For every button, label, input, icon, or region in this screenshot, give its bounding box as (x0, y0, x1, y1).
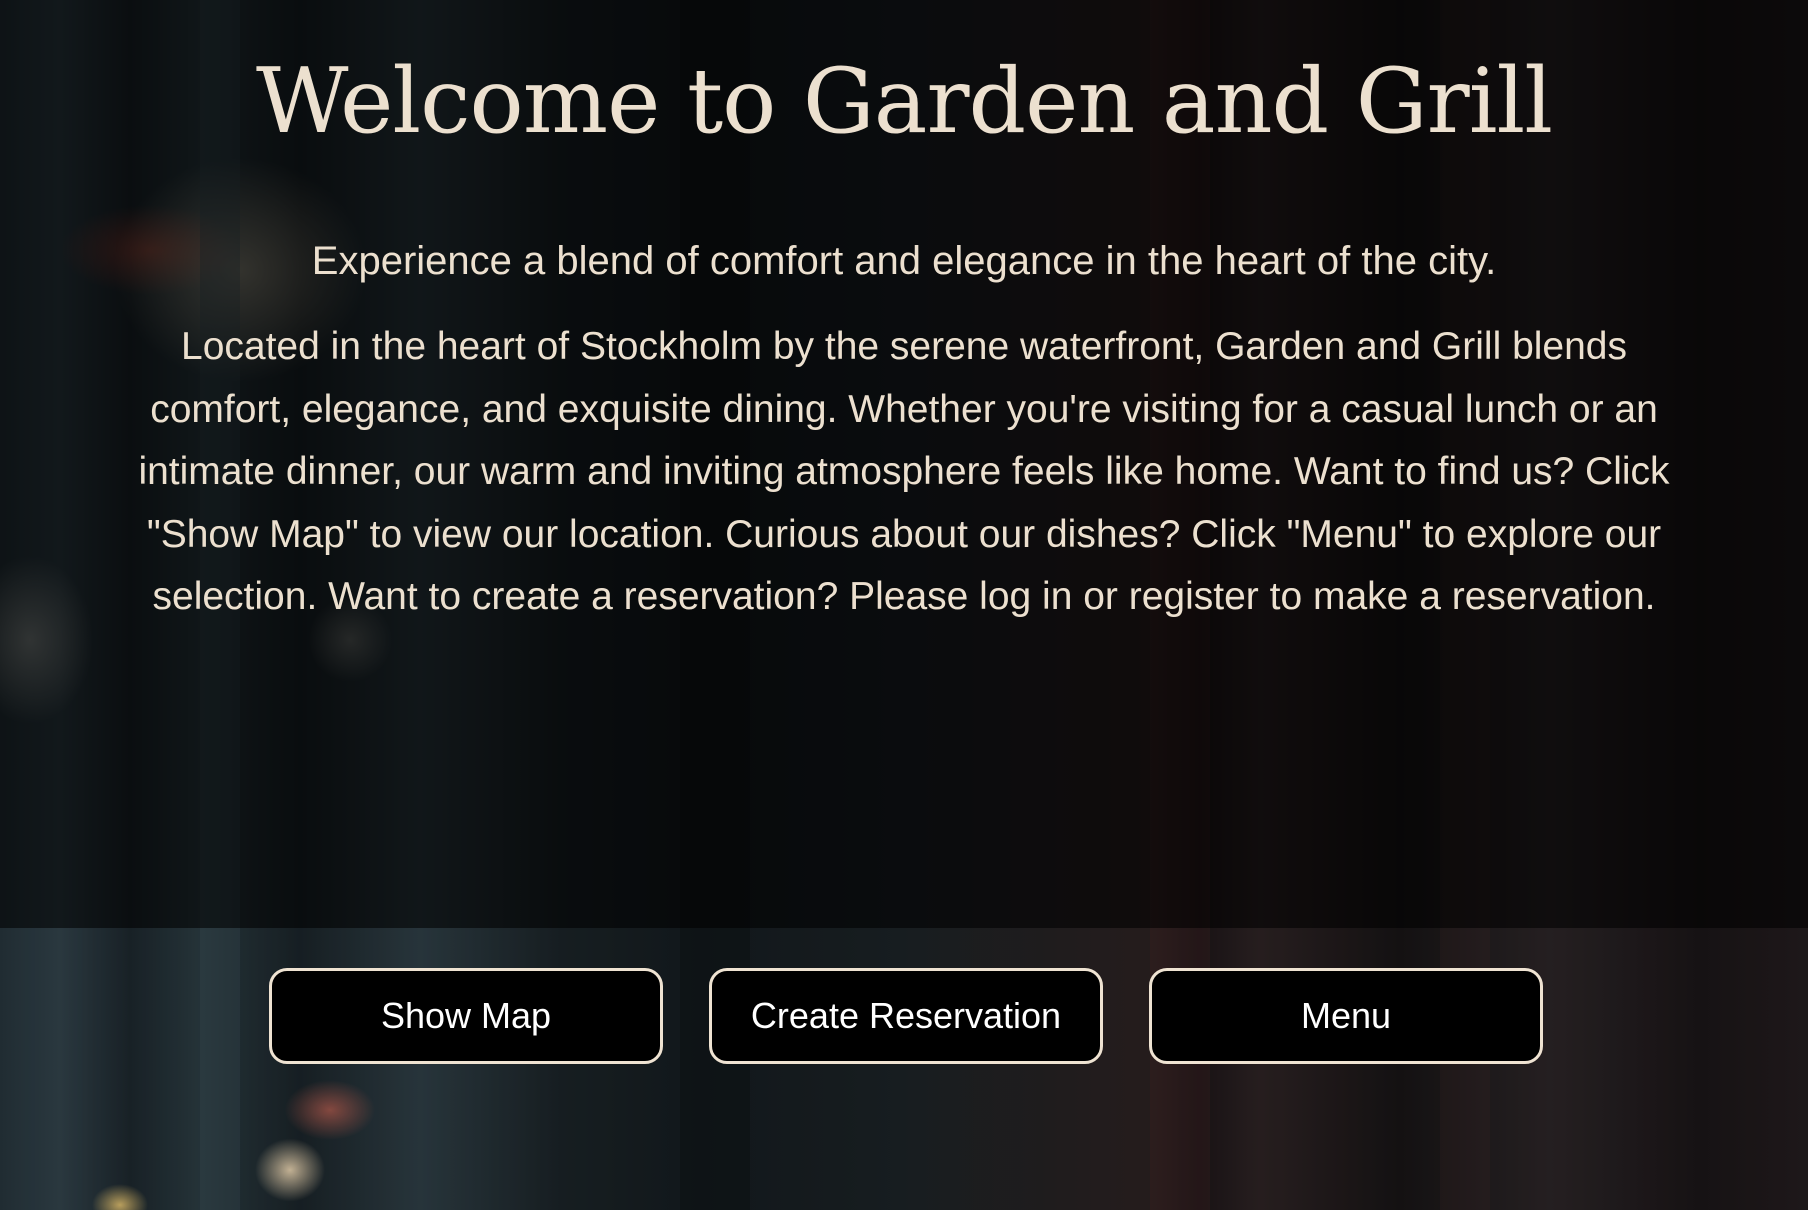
menu-button[interactable]: Menu (1149, 968, 1543, 1064)
hero-description: Located in the heart of Stockholm by the… (138, 325, 1670, 618)
action-buttons: Show Map Create Reservation Menu (0, 968, 1808, 1070)
create-reservation-button[interactable]: Create Reservation (709, 968, 1103, 1064)
hero-tagline: Experience a blend of comfort and elegan… (311, 239, 1497, 283)
landing-page: Welcome to Garden and Grill Experience a… (0, 0, 1808, 1210)
show-map-button[interactable]: Show Map (269, 968, 663, 1064)
page-title: Welcome to Garden and Grill (255, 49, 1553, 154)
